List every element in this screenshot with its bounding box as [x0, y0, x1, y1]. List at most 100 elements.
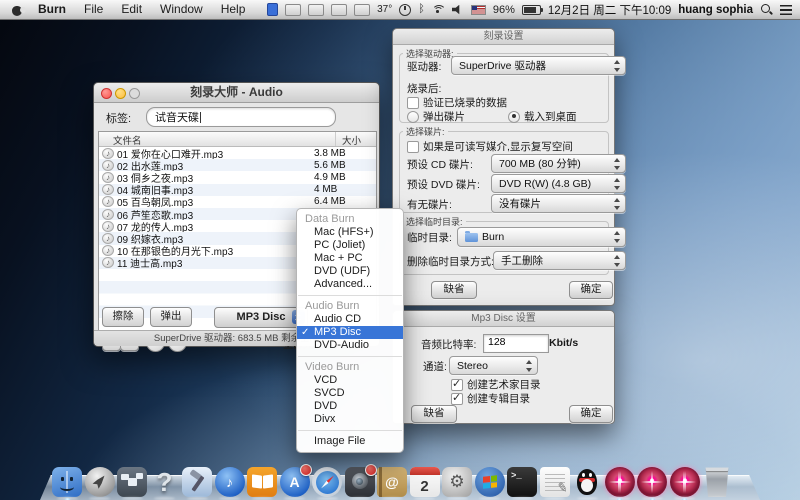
channel-dropdown[interactable]: Stereo [449, 356, 538, 375]
menu-widget-icon[interactable] [308, 4, 324, 16]
burn-disc-2-icon[interactable] [637, 467, 667, 497]
checkbox-checked-icon[interactable] [451, 393, 463, 405]
menu-item-mp3-disc[interactable]: ✓MP3 Disc [297, 326, 403, 339]
menu-item-image-file[interactable]: Image File [297, 435, 403, 448]
bitrate-input[interactable]: 128 [483, 334, 549, 353]
ok-button[interactable]: 确定 [569, 405, 613, 423]
mount-radio[interactable]: 载入到桌面 [508, 109, 577, 124]
menu-window[interactable]: Window [151, 0, 212, 19]
menu-item-dvd-audio[interactable]: DVD-Audio [297, 339, 403, 352]
system-preferences-icon[interactable]: ⚙ [442, 467, 472, 497]
disc-type-dropdown[interactable]: MP3 Disc [214, 307, 308, 328]
menu-item-mac-hfs[interactable]: Mac (HFS+) [297, 226, 403, 239]
textedit-icon[interactable]: ✎ [540, 467, 570, 497]
menu-edit[interactable]: Edit [112, 0, 151, 19]
contacts-icon[interactable]: @ [377, 467, 407, 497]
apple-icon[interactable] [12, 4, 23, 16]
menu-item-dvd-udf[interactable]: DVD (UDF) [297, 265, 403, 278]
menu-item-svcd[interactable]: SVCD [297, 387, 403, 400]
title-bar[interactable]: 刻录大师 - Audio [94, 83, 379, 103]
battery-icon[interactable] [522, 5, 541, 15]
menu-help[interactable]: Help [212, 0, 255, 19]
clock-icon[interactable] [399, 4, 411, 16]
channel-label: 通道: [423, 359, 447, 374]
itunes-icon[interactable]: ♪ [215, 467, 245, 497]
menu-widget-icon[interactable] [354, 4, 370, 16]
burn-disc-3-icon[interactable] [670, 467, 700, 497]
rw-checkbox[interactable]: 如果是可读写媒介,显示复写空间 [407, 139, 573, 154]
input-method-icon[interactable] [267, 3, 278, 16]
app-store-icon[interactable]: A [280, 467, 310, 497]
menu-widget-icon[interactable] [285, 4, 301, 16]
checkbox-icon[interactable] [407, 97, 419, 109]
qq-icon[interactable] [572, 467, 602, 497]
xcode-icon[interactable] [182, 467, 212, 497]
panel-title[interactable]: 刻录设置 [393, 29, 614, 45]
finder-icon[interactable] [52, 467, 82, 497]
artist-dir-checkbox[interactable]: 创建艺术家目录 [451, 377, 541, 392]
terminal-icon[interactable]: >_ [507, 467, 537, 497]
drive-dropdown[interactable]: SuperDrive 驱动器 [451, 56, 626, 75]
artist-dir-label: 创建艺术家目录 [467, 377, 541, 392]
volume-icon[interactable] [452, 5, 464, 15]
file-size: 4 MB [306, 184, 376, 195]
erase-button[interactable]: 擦除 [102, 307, 144, 327]
launchpad-icon[interactable] [85, 467, 115, 497]
radio-selected-icon[interactable] [508, 111, 520, 123]
missing-app-icon[interactable]: ? [150, 467, 180, 497]
menu-item-audio-cd[interactable]: Audio CD [297, 313, 403, 326]
album-dir-checkbox[interactable]: 创建专辑目录 [451, 391, 530, 406]
notification-badge [365, 464, 377, 476]
burn-disc-1-icon[interactable] [605, 467, 635, 497]
parallels-icon[interactable] [475, 467, 505, 497]
notification-center-icon[interactable] [780, 5, 792, 15]
menu-file[interactable]: File [75, 0, 112, 19]
trash-icon[interactable] [702, 467, 732, 497]
after-burn-label: 烧录后: [407, 81, 441, 96]
verify-checkbox[interactable]: 验证已烧录的数据 [407, 95, 507, 110]
cd-dropdown[interactable]: 700 MB (80 分钟) [491, 154, 626, 173]
checkbox-icon[interactable] [407, 141, 419, 153]
user-menu[interactable]: huang sophia [678, 4, 753, 16]
safari-icon[interactable] [312, 467, 342, 497]
menu-item-dvd[interactable]: DVD [297, 400, 403, 413]
menu-clock[interactable]: 12月2日 周二 下午10:09 [548, 2, 671, 18]
temp-dir-dropdown[interactable]: Burn [457, 227, 626, 247]
menu-widget-icon[interactable] [331, 4, 347, 16]
bluetooth-icon[interactable]: ᛒ [418, 4, 425, 15]
window-title: 刻录大师 - Audio [94, 83, 379, 102]
menu-burn[interactable]: Burn [29, 0, 75, 19]
default-button[interactable]: 缺省 [411, 405, 457, 423]
disc-label-input[interactable]: 试音天碟 [146, 107, 336, 127]
panel-title[interactable]: Mp3 Disc 设置 [393, 311, 614, 327]
eject-button[interactable]: 弹出 [150, 307, 192, 327]
eject-radio[interactable]: 弹出碟片 [407, 109, 465, 124]
checkbox-checked-icon[interactable] [451, 379, 463, 391]
mission-control-icon[interactable] [117, 467, 147, 497]
spotlight-icon[interactable] [760, 3, 773, 16]
default-button[interactable]: 缺省 [431, 281, 477, 299]
menu-item-mac-pc[interactable]: Mac + PC [297, 252, 403, 265]
column-divider[interactable] [335, 132, 336, 146]
stepper-icon [613, 255, 622, 267]
wifi-icon[interactable] [432, 5, 445, 15]
column-size[interactable]: 大小 [342, 133, 361, 147]
input-flag-icon[interactable] [471, 5, 486, 15]
album-dir-label: 创建专辑目录 [467, 391, 530, 406]
menu-item-divx[interactable]: Divx [297, 413, 403, 426]
ok-button[interactable]: 确定 [569, 281, 613, 299]
dvd-dropdown[interactable]: DVD R(W) (4.8 GB) [491, 174, 626, 193]
file-size: 5.6 MB [306, 160, 376, 171]
menu-item-vcd[interactable]: VCD [297, 374, 403, 387]
menu-item-pc-joliet[interactable]: PC (Joliet) [297, 239, 403, 252]
facetime-icon[interactable] [345, 467, 375, 497]
ibooks-icon[interactable] [247, 467, 277, 497]
channel-value: Stereo [457, 360, 488, 372]
menu-item-advanced[interactable]: Advanced... [297, 278, 403, 291]
calendar-icon[interactable]: 2 [410, 467, 440, 497]
media-dropdown[interactable]: 没有碟片 [491, 194, 626, 213]
stepper-icon [613, 60, 622, 72]
delete-mode-dropdown[interactable]: 手工删除 [493, 251, 626, 270]
temperature-status[interactable]: 37° [377, 4, 392, 15]
radio-icon[interactable] [407, 111, 419, 123]
